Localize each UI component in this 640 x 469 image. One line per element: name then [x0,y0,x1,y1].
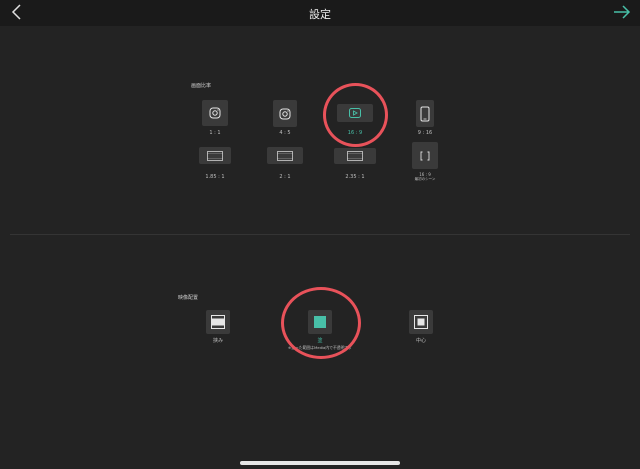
aspect-option-9-16[interactable] [416,100,434,127]
center-icon [414,315,428,329]
aspect-option-2-1[interactable] [267,147,303,164]
aspect-option-1-85-1[interactable] [199,147,231,164]
section-divider [10,234,630,235]
film-icon [277,150,293,161]
placement-option-label: 中心 [415,338,426,344]
aspect-option-label: 2.35 : 1 [345,174,365,180]
placement-option-center[interactable] [409,310,433,334]
film-icon [347,151,363,161]
fit-icon [211,315,225,329]
instagram-icon [279,108,291,119]
brackets-icon [420,151,430,160]
home-indicator[interactable] [240,461,400,465]
aspect-option-4-5[interactable] [273,100,297,127]
instagram-icon [209,107,221,119]
phone-icon [420,106,430,121]
aspect-option-label: 9 : 16 [417,130,433,136]
aspect-option-2-35-1[interactable] [334,148,376,164]
placement-option-fit[interactable] [206,310,230,334]
top-bar: 設定 [0,0,640,26]
aspect-option-label: 4 : 5 [279,130,291,136]
page-title: 設定 [309,8,331,21]
film-icon [207,150,223,161]
aspect-option-label: 2 : 1 [279,174,291,180]
highlight-ring [323,83,388,147]
aspect-option-label: 1.85 : 1 [205,174,225,180]
aspect-option-first-scene[interactable] [412,142,438,169]
aspect-section-label: 画面比率 [191,83,212,89]
aspect-option-sublabel: 最初のシーン [414,177,436,181]
placement-option-label: 挟み [212,338,223,344]
highlight-ring [281,287,361,359]
next-button[interactable] [612,3,632,21]
placement-section-label: 映像配置 [178,295,199,301]
aspect-option-label: 1 : 1 [209,130,221,136]
settings-screen: 設定 画面比率 1 : 1 4 : 5 16 : 9 9: 16 1.85:… [0,0,640,469]
arrow-right-icon [614,5,631,19]
aspect-option-1-1[interactable] [202,100,228,126]
